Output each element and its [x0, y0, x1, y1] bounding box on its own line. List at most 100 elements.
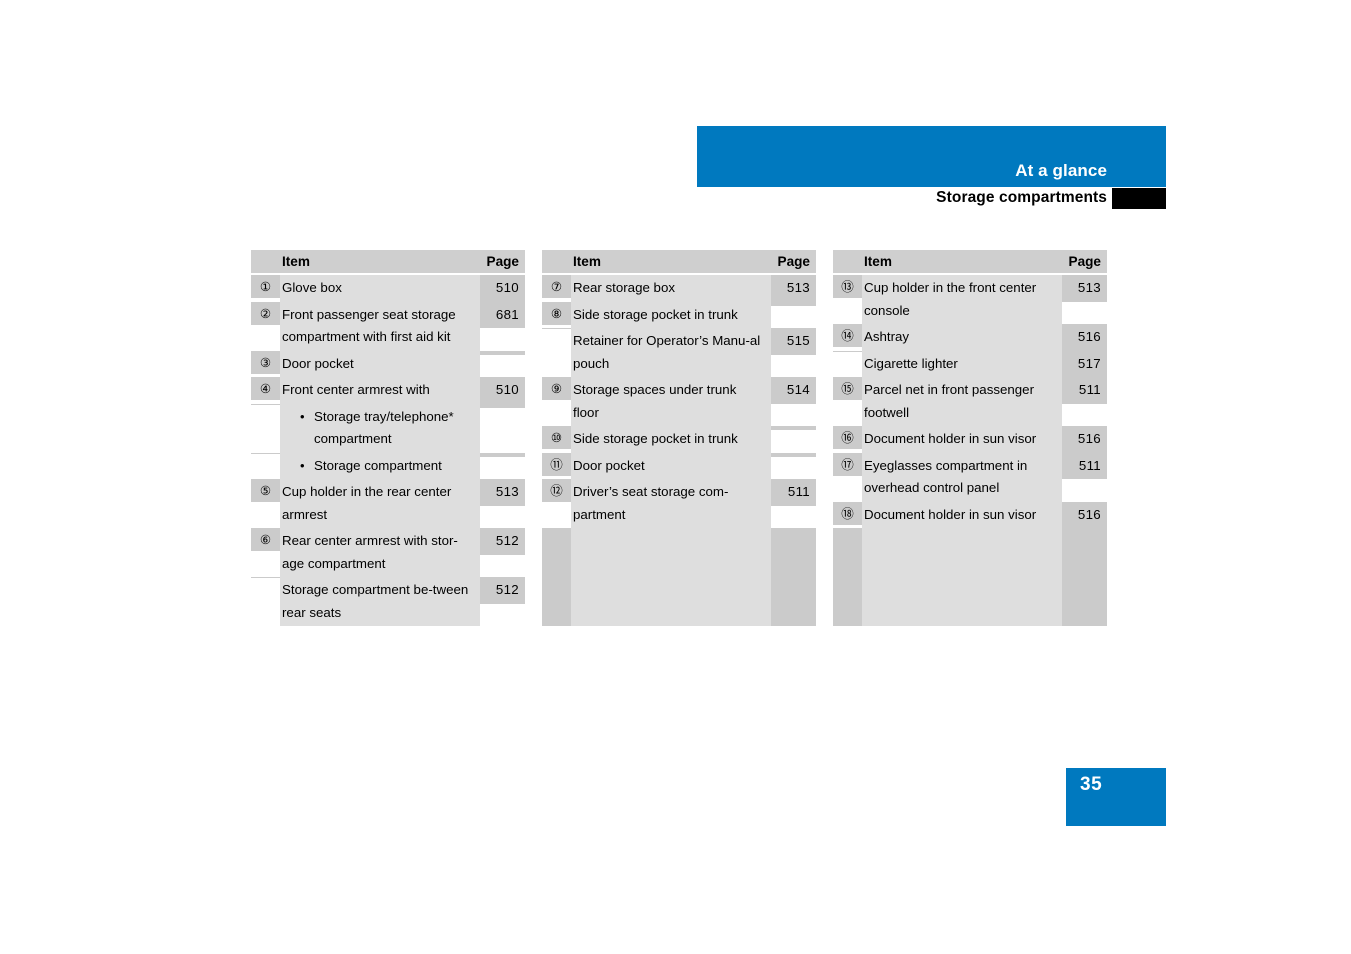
table-header-item: Item [573, 254, 601, 269]
row-item-label: Ashtray [862, 324, 1062, 351]
callout-number-icon: ⑮ [833, 377, 862, 400]
circled-number: ⑬ [841, 280, 854, 294]
table-rows: ⑦ Rear storage box 513 ⑧ Side storage pocket… [542, 275, 816, 626]
filler-band [542, 528, 571, 626]
circled-number: ③ [259, 355, 272, 370]
circled-number: ⑰ [841, 457, 854, 472]
table-row: ② Front passenger seat storage compartmen… [251, 301, 525, 351]
circled-number: ⑮ [841, 382, 854, 396]
callout-number-icon: ⑭ [833, 324, 862, 347]
storage-table-2: Item Page ⑦ Rear storage box 513 ⑧ Side storag… [542, 250, 816, 626]
row-page-number: 512 [480, 577, 525, 604]
row-item-label: Rear storage box [571, 275, 771, 302]
callout-number-icon: ⑦ [542, 275, 571, 298]
table-rows: ① Glove box 510 ② Front passenger seat stora… [251, 275, 525, 626]
callout-number-icon: ④ [251, 377, 280, 400]
circled-number: ⑨ [550, 382, 563, 396]
row-item-label: Front passenger seat storage compartment… [280, 301, 480, 351]
filler-band [862, 528, 1062, 626]
filler-band [833, 528, 862, 626]
row-page-number: 516 [1062, 324, 1107, 351]
row-item-label: Storage compartment be-tween rear seats [280, 577, 480, 626]
callout-number-icon: ⑪ [542, 452, 571, 476]
row-page-number [771, 426, 816, 430]
table-row: ⑬ Cup holder in the front center console 5… [833, 275, 1107, 324]
storage-compartment-tables: Item Page ① Glove box 510 ② Front passenger se… [251, 250, 1131, 626]
storage-table-1: Item Page ① Glove box 510 ② Front passenger se… [251, 250, 525, 626]
row-page-number: 681 [480, 301, 525, 328]
row-item-label: Storage compartment [280, 452, 480, 479]
table-row: ④ Front center armrest with 510 [251, 377, 525, 404]
row-item-label: Front center armrest with [280, 377, 480, 404]
table-row: ⑫ Driver’s seat storage com-partment 511 [542, 479, 816, 528]
circled-number: ① [259, 280, 272, 294]
table-row: ⑩ Side storage pocket in trunk [542, 426, 816, 453]
row-item-label: Side storage pocket in trunk [571, 426, 771, 453]
callout-number-icon: ② [251, 301, 280, 325]
row-page-number: 516 [1062, 426, 1107, 453]
callout-number-icon: ③ [251, 350, 280, 374]
table-header-page: Page [777, 254, 811, 269]
callout-number-icon: ⑤ [251, 479, 280, 502]
row-item-label: Driver’s seat storage com-partment [571, 479, 771, 528]
section-thumb-tab [1112, 188, 1166, 209]
table-body: ① Glove box 510 ② Front passenger seat stora… [251, 275, 525, 626]
row-page-number [771, 301, 816, 306]
table-row: ⑤ Cup holder in the rear center armrest 51… [251, 479, 525, 528]
row-page-number: 512 [480, 528, 525, 555]
table-body: ⑦ Rear storage box 513 ⑧ Side storage pocket… [542, 275, 816, 626]
table-row: ⑱ Document holder in sun visor 516 [833, 501, 1107, 528]
table-header-row: Item Page [542, 250, 816, 275]
table-row: Retainer for Operator’s Manu-al pouch 515 [542, 328, 816, 377]
circled-number: ⑩ [550, 431, 563, 445]
circled-number: ② [259, 306, 272, 321]
table-row: ⑰ Eyeglasses compartment in overhead cont… [833, 452, 1107, 502]
storage-table-3: Item Page ⑬ Cup holder in the front center … [833, 250, 1107, 626]
table-header-item: Item [282, 254, 310, 269]
callout-number-icon: ⑨ [542, 377, 571, 400]
table-row: ③ Door pocket [251, 350, 525, 377]
row-page-number: 517 [1062, 350, 1107, 377]
table-row: Storage tray/telephone* compartment [251, 403, 525, 453]
row-item-label: Rear center armrest with stor-age compar… [280, 528, 480, 577]
callout-number-icon: ⑥ [251, 528, 280, 551]
row-item-label: Eyeglasses compartment in overhead contr… [862, 452, 1062, 502]
row-number-spacer [251, 403, 280, 405]
table-filler [833, 528, 1107, 626]
callout-number-icon: ⑧ [542, 301, 571, 325]
row-item-label: Glove box [280, 275, 480, 302]
row-number-spacer [833, 350, 862, 352]
table-row: Cigarette lighter 517 [833, 350, 1107, 377]
row-page-number: 510 [480, 377, 525, 404]
page-number-badge: 35 [1066, 768, 1166, 826]
callout-number-icon: ⑯ [833, 426, 862, 449]
row-number-spacer [251, 577, 280, 578]
row-page-number [771, 452, 816, 457]
page-subtitle: Storage compartments [936, 189, 1107, 206]
table-row: ⑮ Parcel net in front passenger footwell 5… [833, 377, 1107, 426]
row-item-label: Door pocket [571, 452, 771, 479]
row-item-label: Storage tray/telephone* compartment [280, 403, 480, 453]
row-page-number: 510 [480, 275, 525, 302]
circled-number: ⑥ [259, 533, 272, 547]
callout-number-icon: ⑫ [542, 479, 571, 502]
table-header-page: Page [1068, 254, 1102, 269]
table-row: ⑥ Rear center armrest with stor-age compa… [251, 528, 525, 577]
table-row: ⑯ Document holder in sun visor 516 [833, 426, 1107, 453]
circled-number: ⑤ [259, 484, 272, 498]
table-row: Storage compartment be-tween rear seats 5… [251, 577, 525, 626]
row-page-number: 511 [1062, 377, 1107, 404]
row-page-number: 511 [1062, 452, 1107, 479]
table-row: Storage compartment [251, 452, 525, 479]
table-row: ⑨ Storage spaces under trunk floor 514 [542, 377, 816, 426]
table-row: ⑪ Door pocket [542, 452, 816, 479]
row-page-number: 515 [771, 328, 816, 355]
table-filler [542, 528, 816, 626]
callout-number-icon: ⑱ [833, 501, 862, 525]
row-page-number: 513 [1062, 275, 1107, 302]
row-item-label: Door pocket [280, 350, 480, 377]
circled-number: ⑪ [550, 457, 563, 472]
row-item-label: Document holder in sun visor [862, 501, 1062, 528]
row-page-number [480, 403, 525, 408]
row-number-spacer [251, 452, 280, 454]
